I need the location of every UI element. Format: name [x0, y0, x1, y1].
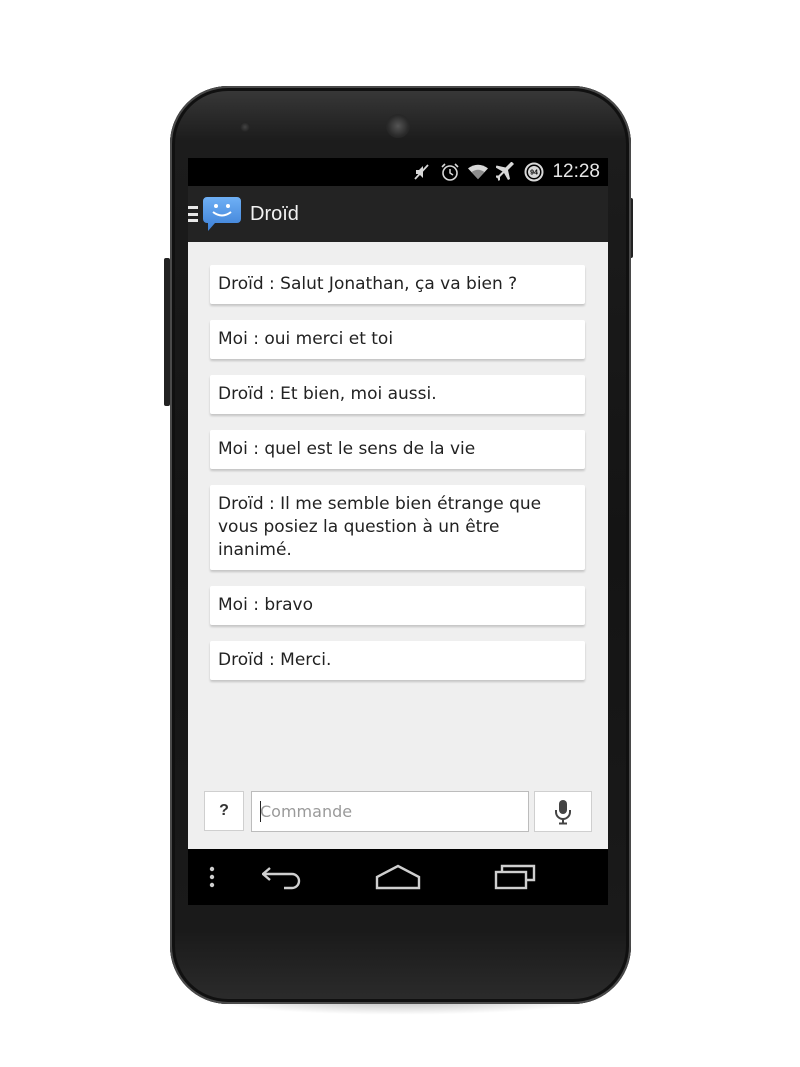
recent-apps-icon[interactable] [492, 857, 538, 897]
proximity-sensor [240, 122, 250, 132]
chat-bubble-smiley-icon[interactable] [202, 194, 242, 234]
mute-icon [412, 162, 432, 182]
app-title: Droïd [250, 202, 299, 225]
message-bubble: Moi : oui merci et toi [210, 320, 585, 359]
message-bubble: Droïd : Merci. [210, 641, 585, 680]
menu-icon[interactable] [188, 206, 200, 222]
navigation-bar [188, 849, 608, 905]
message-bubble: Droïd : Et bien, moi aussi. [210, 375, 585, 414]
help-button[interactable]: ? [204, 791, 244, 831]
text-cursor [260, 801, 261, 822]
command-input[interactable] [251, 791, 529, 832]
alarm-icon [440, 162, 460, 182]
message-bubble: Moi : quel est le sens de la vie [210, 430, 585, 469]
message-bubble: Droïd : Salut Jonathan, ça va bien ? [210, 265, 585, 304]
message-bubble: Moi : bravo [210, 586, 585, 625]
microphone-button[interactable] [534, 791, 592, 832]
home-icon[interactable] [372, 857, 424, 897]
command-input-row: ? [204, 791, 592, 833]
wifi-icon [468, 162, 489, 182]
battery-icon: 94 [524, 162, 544, 182]
message-bubble: Droïd : Il me semble bien étrange que vo… [210, 485, 585, 570]
airplane-mode-icon [496, 162, 516, 182]
back-icon[interactable] [258, 857, 308, 897]
overflow-menu-icon[interactable] [202, 857, 222, 897]
phone-screen: 94 12:28 Droïd Droïd : Salut Jonathan, ç… [188, 158, 608, 905]
microphone-icon [555, 799, 571, 824]
conversation-area: Droïd : Salut Jonathan, ça va bien ? Moi… [188, 242, 608, 849]
status-bar: 94 12:28 [188, 158, 608, 186]
battery-level: 94 [531, 170, 539, 177]
action-bar: Droïd [188, 186, 608, 242]
earpiece-speaker [386, 114, 410, 138]
status-time: 12:28 [552, 161, 600, 182]
